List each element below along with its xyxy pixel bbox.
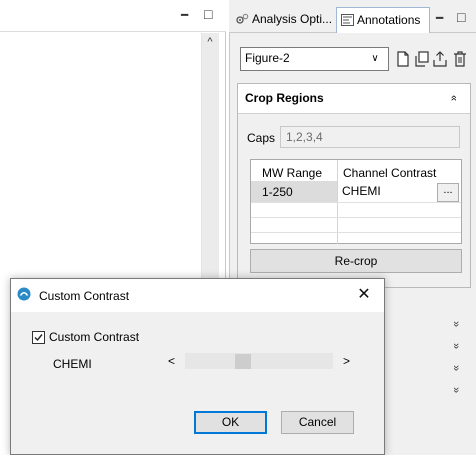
ok-button[interactable]: OK (194, 411, 267, 434)
right-minimize-button[interactable]: ━ (436, 11, 443, 25)
custom-contrast-checkbox-label[interactable]: Custom Contrast (49, 330, 139, 344)
expand-icon[interactable]: » (450, 321, 462, 327)
checkmark-icon (34, 334, 43, 342)
expand-icon[interactable]: » (450, 343, 462, 349)
left-minimize-button[interactable]: ━ (181, 8, 188, 22)
slider-track[interactable] (185, 353, 333, 369)
tab-analysis-label: Analysis Opti... (252, 12, 333, 26)
new-document-icon[interactable] (394, 50, 412, 68)
copy-icon[interactable] (413, 50, 431, 68)
slider-increment-button[interactable]: > (343, 354, 350, 368)
tab-annotations[interactable]: Annotations (336, 7, 430, 33)
expand-icon[interactable]: » (450, 387, 462, 393)
tab-analysis-options[interactable]: Analysis Opti... (232, 7, 334, 33)
tab-annotations-label: Annotations (357, 13, 421, 27)
collapse-icon[interactable]: » (448, 95, 460, 101)
cancel-button[interactable]: Cancel (281, 411, 354, 434)
channel-label: CHEMI (53, 357, 92, 371)
slider-decrement-button[interactable]: < (168, 354, 175, 368)
custom-contrast-checkbox[interactable] (32, 331, 45, 344)
expand-icon[interactable]: » (450, 365, 462, 371)
recrop-button[interactable]: Re-crop (250, 249, 462, 273)
left-maximize-button[interactable]: □ (204, 7, 212, 21)
caps-label: Caps (247, 131, 276, 145)
table-cell-range-value: 1-250 (262, 185, 293, 199)
export-icon[interactable] (431, 50, 449, 68)
gear-icon (236, 13, 249, 24)
delete-icon[interactable] (451, 50, 469, 68)
app-icon (17, 287, 31, 301)
row-divider (251, 217, 461, 218)
slider-thumb[interactable] (235, 354, 252, 369)
column-header-mw-range[interactable]: MW Range (262, 166, 322, 180)
column-header-channel-contrast[interactable]: Channel Contrast (343, 166, 436, 180)
row-divider (251, 232, 461, 233)
right-maximize-button[interactable]: □ (457, 10, 465, 24)
close-icon[interactable]: ✕ (353, 284, 375, 306)
contrast-edit-button[interactable]: ... (437, 183, 459, 202)
annotations-icon (341, 14, 354, 26)
chevron-down-icon[interactable]: ∨ (364, 48, 386, 70)
left-panel-toolbar (0, 0, 226, 32)
table-cell-contrast-value[interactable]: CHEMI (342, 184, 381, 198)
dialog-title: Custom Contrast (39, 289, 130, 303)
row-divider (251, 202, 461, 203)
caps-value: 1,2,3,4 (286, 130, 323, 144)
figure-select-value: Figure-2 (245, 51, 290, 65)
crop-regions-title: Crop Regions (245, 91, 324, 105)
scroll-up-button[interactable]: ^ (201, 36, 219, 52)
